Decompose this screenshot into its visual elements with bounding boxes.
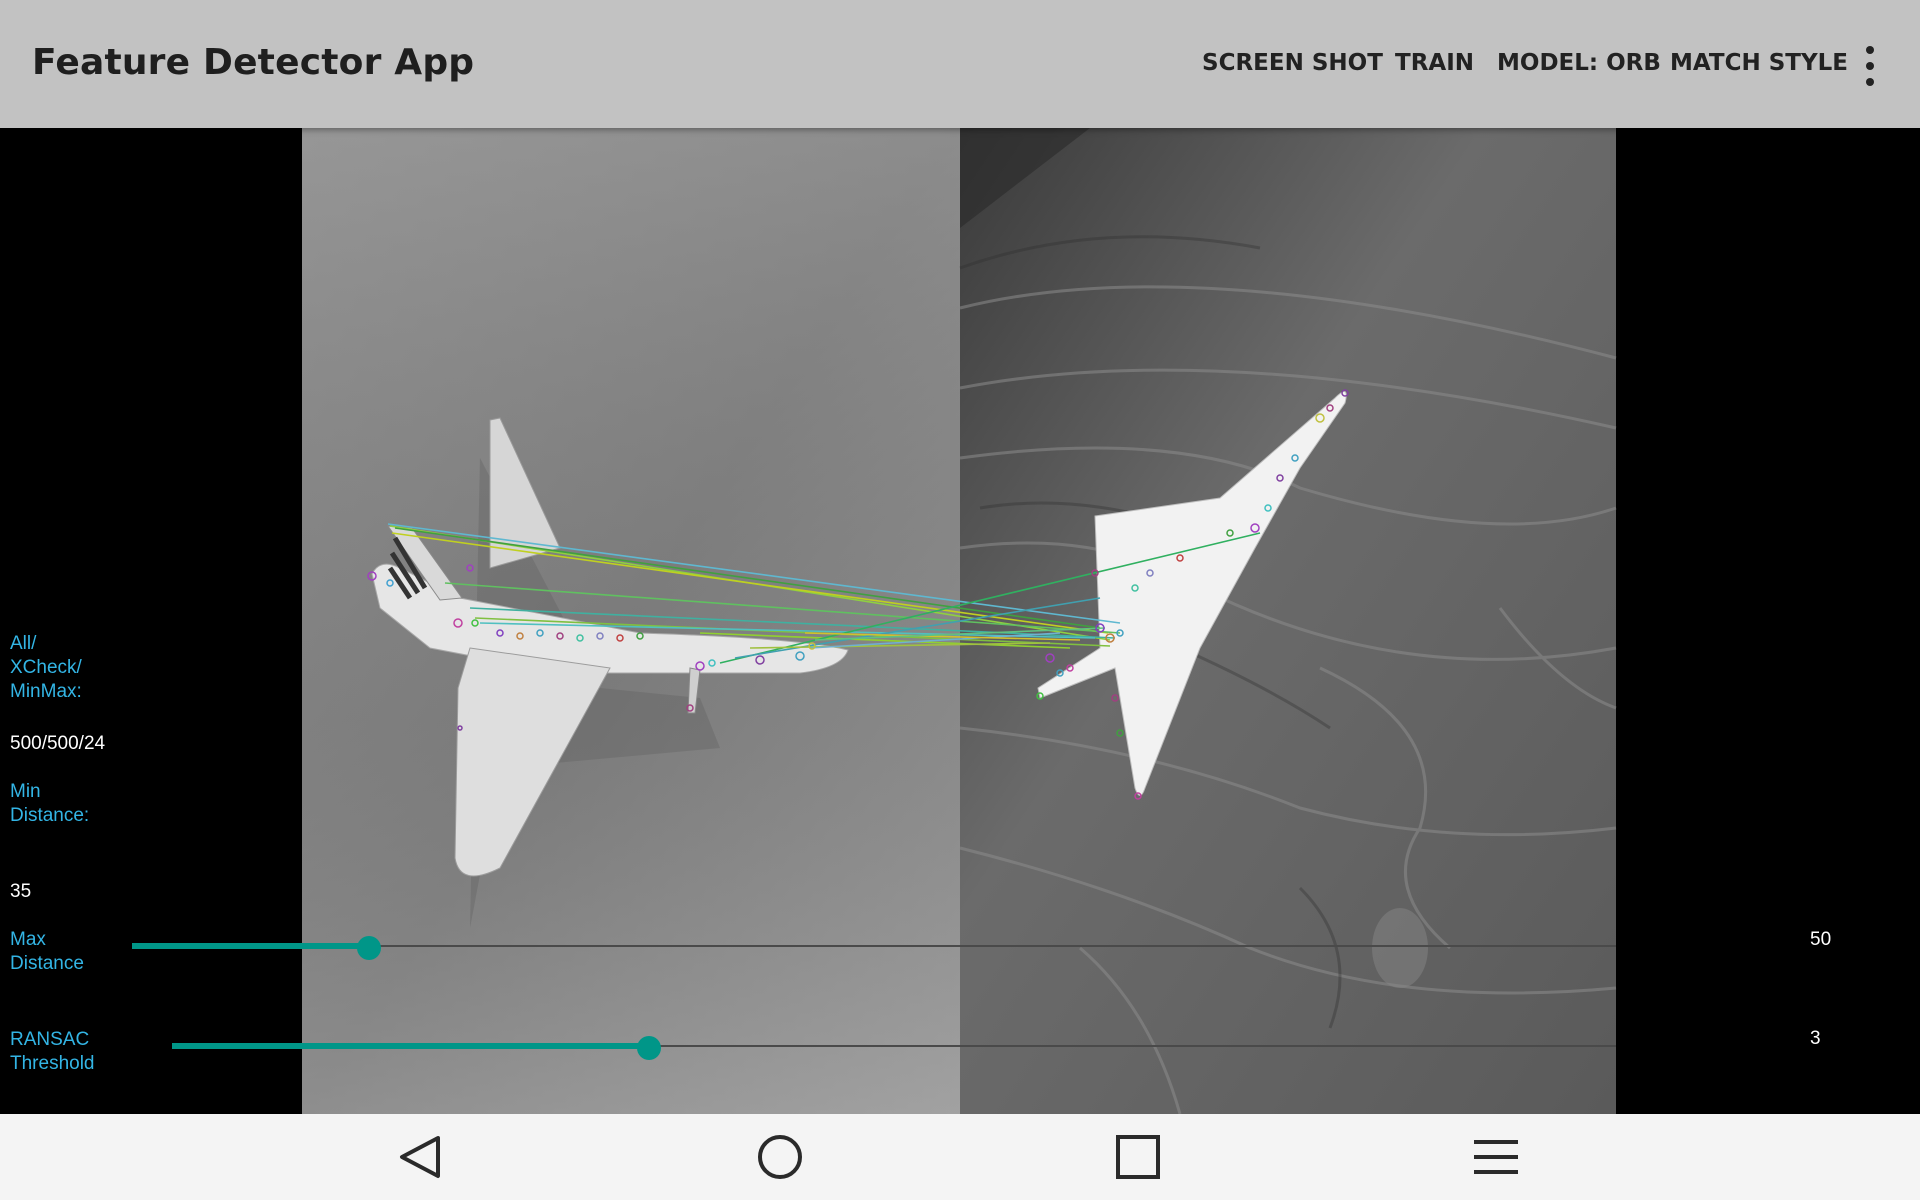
app-title: Feature Detector App (32, 42, 475, 83)
max-distance-thumb[interactable] (357, 936, 381, 960)
min-distance-label: Min Distance: (10, 781, 90, 826)
back-triangle-icon[interactable] (394, 1132, 450, 1182)
ransac-threshold-slider[interactable] (172, 1036, 1616, 1060)
menu-lines-icon[interactable] (1468, 1132, 1524, 1182)
screenshot-button[interactable]: SCREEN SHOT (1202, 50, 1383, 76)
match-image (302, 128, 1617, 1114)
min-distance-value: 35 (10, 881, 32, 902)
ransac-threshold-value: 3 (1810, 1028, 1821, 1049)
max-distance-slider[interactable] (132, 936, 1616, 960)
app-bar: Feature Detector App SCREEN SHOT TRAIN M… (0, 0, 1920, 128)
match-style-button[interactable]: MATCH STYLE (1670, 50, 1848, 76)
recents-square-icon[interactable] (1110, 1132, 1166, 1182)
all-xcheck-minmax-label: All/ XCheck/ MinMax: (10, 633, 82, 702)
home-circle-icon[interactable] (752, 1132, 808, 1182)
max-distance-label: Max Distance (10, 929, 84, 974)
train-image (302, 128, 960, 1114)
system-nav-bar (0, 1114, 1920, 1200)
ransac-threshold-thumb[interactable] (637, 1036, 661, 1060)
ransac-threshold-fill (172, 1043, 649, 1049)
all-xcheck-minmax-value: 500/500/24 (10, 733, 106, 754)
query-image (959, 128, 1617, 1114)
max-distance-value: 50 (1810, 929, 1832, 950)
ransac-threshold-label: RANSAC Threshold (10, 1029, 95, 1074)
model-button[interactable]: MODEL: ORB (1497, 50, 1661, 76)
max-distance-fill (132, 943, 369, 949)
more-vert-icon[interactable] (1860, 46, 1880, 86)
camera-view: All/ XCheck/ MinMax: 500/500/24 Min Dist… (0, 128, 1920, 1114)
train-button[interactable]: TRAIN (1395, 50, 1474, 76)
